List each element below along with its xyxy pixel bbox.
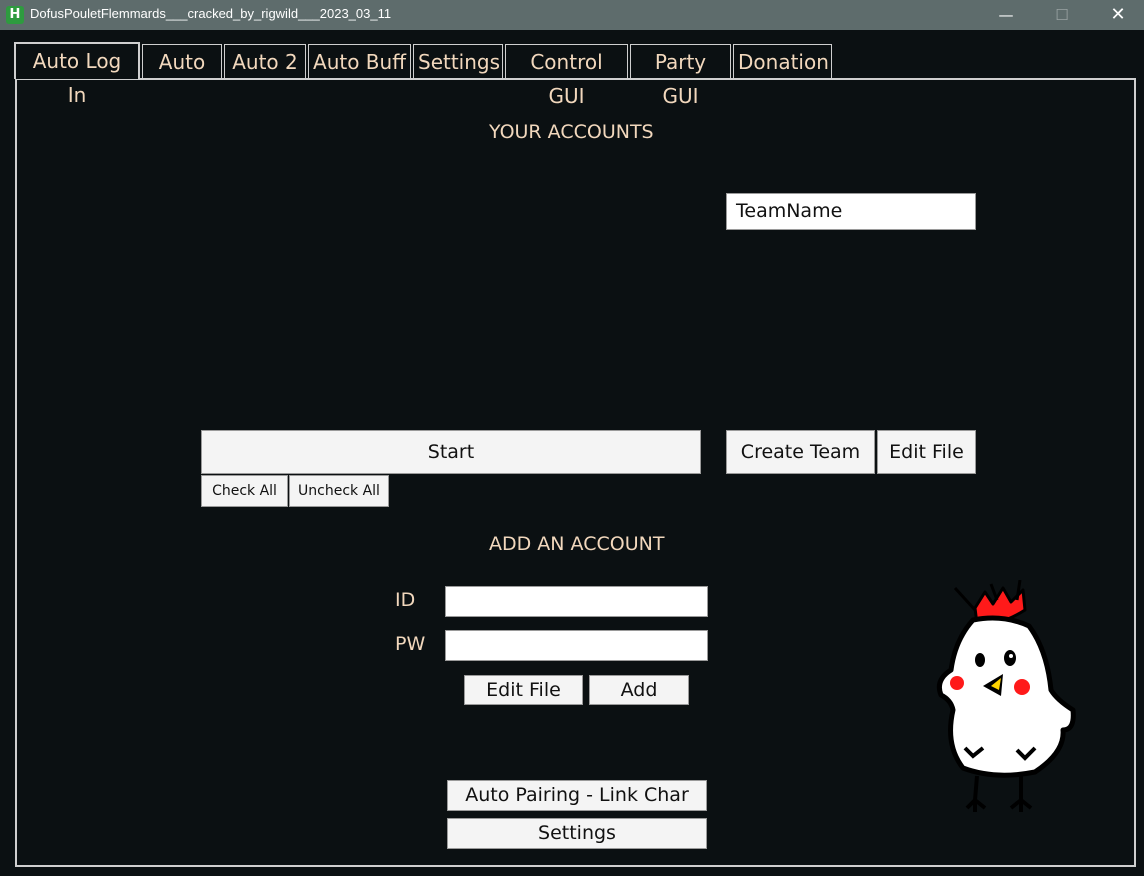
window-title: DofusPouletFlemmards___cracked_by_rigwil… <box>30 6 392 21</box>
title-bar: H DofusPouletFlemmards___cracked_by_rigw… <box>0 0 1144 30</box>
tab-party-gui[interactable]: Party GUI <box>630 44 731 108</box>
tab-auto[interactable]: Auto <box>142 44 222 78</box>
add-account-button[interactable]: Add <box>589 675 689 705</box>
add-account-heading: ADD AN ACCOUNT <box>489 533 665 555</box>
check-all-button[interactable]: Check All <box>201 475 288 507</box>
your-accounts-heading: YOUR ACCOUNTS <box>489 121 654 143</box>
edit-team-file-button[interactable]: Edit File <box>877 430 976 474</box>
create-team-button[interactable]: Create Team <box>726 430 875 474</box>
tab-auto-2[interactable]: Auto 2 <box>224 44 306 78</box>
tab-settings[interactable]: Settings <box>413 44 503 78</box>
close-button[interactable]: ✕ <box>1090 0 1144 30</box>
team-name-input[interactable]: TeamName <box>726 193 976 230</box>
chicken-mascot-image <box>936 580 1076 812</box>
tab-auto-log-in[interactable]: Auto Log In <box>14 42 140 107</box>
tab-bar: Auto Log In Auto Auto 2 Auto Buff Settin… <box>14 42 834 108</box>
id-input[interactable] <box>445 586 708 617</box>
id-label: ID <box>395 589 416 611</box>
uncheck-all-button[interactable]: Uncheck All <box>289 475 389 507</box>
pw-input[interactable] <box>445 630 708 661</box>
pw-label: PW <box>395 633 426 655</box>
tab-control-gui[interactable]: Control GUI <box>505 44 628 108</box>
tab-auto-buff[interactable]: Auto Buff <box>308 44 411 78</box>
start-button[interactable]: Start <box>201 430 701 474</box>
tab-donation[interactable]: Donation <box>733 44 832 78</box>
auto-pairing-button[interactable]: Auto Pairing - Link Char <box>447 780 707 811</box>
maximize-button[interactable]: ☐ <box>1034 0 1090 30</box>
edit-account-file-button[interactable]: Edit File <box>464 675 583 705</box>
app-icon: H <box>6 6 24 24</box>
settings-button[interactable]: Settings <box>447 818 707 849</box>
minimize-button[interactable]: — <box>978 0 1034 30</box>
